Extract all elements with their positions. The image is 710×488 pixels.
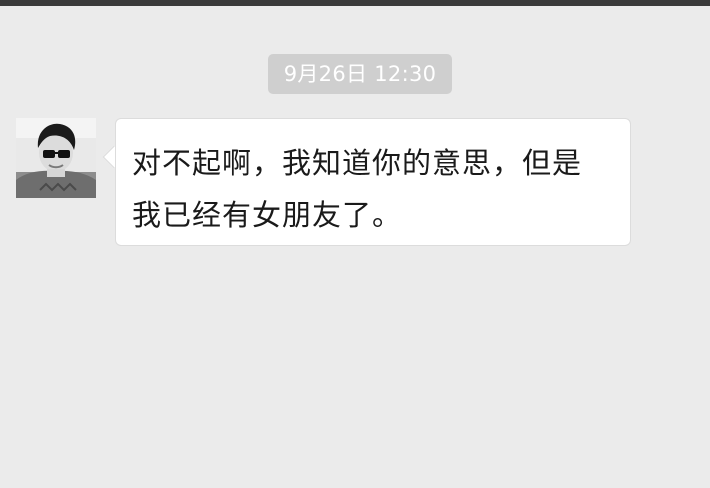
message-timestamp: 9月26日 12:30 bbox=[268, 54, 452, 94]
avatar[interactable] bbox=[16, 118, 96, 198]
message-line-1: 对不起啊，我知道你的意思，但是 bbox=[132, 146, 583, 180]
chat-area[interactable]: 9月26日 12:30 对不起啊，我知道你的意思，但是 我已经有女朋友了。 bbox=[0, 6, 710, 488]
avatar-photo-icon bbox=[16, 118, 96, 198]
message-bubble[interactable]: 对不起啊，我知道你的意思，但是 我已经有女朋友了。 bbox=[115, 118, 631, 246]
message-line-2: 我已经有女朋友了。 bbox=[132, 198, 403, 232]
